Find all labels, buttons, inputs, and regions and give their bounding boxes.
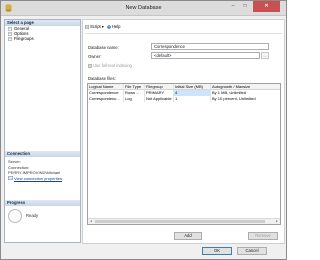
scroll-left-icon[interactable]: ◂ xyxy=(88,219,94,224)
progress-status: Ready xyxy=(26,213,39,218)
minimize-button[interactable]: – xyxy=(227,1,239,12)
script-icon xyxy=(85,24,89,29)
progress-spinner-icon xyxy=(8,209,22,223)
database-name-input[interactable]: Correspondence xyxy=(151,43,269,50)
logical-name-cell[interactable]: Correspondenc... xyxy=(88,96,124,102)
remove-button[interactable]: Remove xyxy=(248,232,278,240)
maximize-button[interactable]: □ xyxy=(239,1,251,12)
ok-button[interactable]: OK xyxy=(202,247,232,255)
chevron-down-icon: ▾ xyxy=(101,24,104,29)
page-icon xyxy=(8,26,12,31)
database-name-label: Database name: xyxy=(88,45,119,50)
file-type-cell[interactable]: Log xyxy=(124,96,145,102)
help-icon: ? xyxy=(107,25,111,29)
owner-input[interactable]: <default> xyxy=(151,52,260,59)
close-button[interactable]: ✕ xyxy=(253,1,280,12)
toolbar: Script ▾ ? Help xyxy=(85,22,120,31)
add-button[interactable]: Add xyxy=(174,232,202,240)
left-pane: Select a page General Options Filegroups… xyxy=(4,19,81,243)
help-button[interactable]: ? Help xyxy=(107,24,121,29)
page-icon xyxy=(8,31,12,36)
connection-section: Connection Server: Connection: PERRY-IMP… xyxy=(5,151,80,183)
checkbox-box: ✓ xyxy=(88,63,92,68)
new-database-dialog: New Database – □ ✕ Select a page General… xyxy=(0,0,287,260)
database-files-grid: Logical Name File Type Filegroup Initial… xyxy=(87,83,281,225)
cancel-button[interactable]: Cancel xyxy=(237,247,267,255)
scrollbar-thumb[interactable] xyxy=(95,220,265,223)
script-button[interactable]: Script ▾ xyxy=(85,24,104,29)
autogrowth-cell[interactable]: By 10 percent, Unlimited xyxy=(211,96,280,102)
page-item-filegroups[interactable]: Filegroups xyxy=(5,36,80,41)
initial-size-cell[interactable]: 1 xyxy=(174,96,211,102)
owner-label: Owner: xyxy=(88,54,102,59)
title-bar: New Database – □ ✕ xyxy=(1,1,286,16)
fulltext-indexing-label: Use full-text indexing xyxy=(93,63,132,68)
horizontal-scrollbar[interactable]: ◂ ▸ xyxy=(88,218,280,224)
main-pane: Script ▾ ? Help Database name: Correspon… xyxy=(82,19,285,244)
script-label: Script xyxy=(90,24,101,29)
fulltext-indexing-checkbox[interactable]: ✓ Use full-text indexing xyxy=(88,63,132,68)
table-row[interactable]: Correspondenc... Log Not Applicable 1 By… xyxy=(88,96,280,102)
page-item-label: Filegroups xyxy=(14,36,34,41)
toolbar-divider xyxy=(85,33,282,34)
browse-owner-button[interactable]: ... xyxy=(261,52,269,59)
help-label: Help xyxy=(111,24,121,29)
properties-icon xyxy=(8,176,13,181)
page-icon xyxy=(8,36,12,41)
filegroup-cell[interactable]: Not Applicable xyxy=(145,96,174,102)
database-files-label: Database files: xyxy=(88,76,116,81)
view-connection-properties-link[interactable]: View connection properties xyxy=(14,176,62,182)
progress-section: Progress Ready xyxy=(5,200,80,223)
progress-header: Progress xyxy=(5,200,80,206)
scroll-right-icon[interactable]: ▸ xyxy=(274,219,280,224)
